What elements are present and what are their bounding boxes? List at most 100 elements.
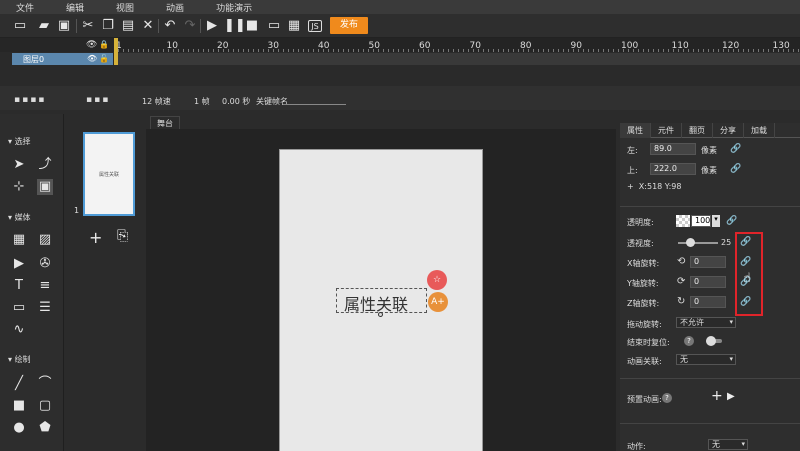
add-animation-icon[interactable]: ☆ [427,270,447,290]
tab-share[interactable]: 分享 [713,123,744,138]
paste-icon[interactable]: ▤ [120,18,136,34]
ruler-tick [778,49,779,52]
link-icon[interactable]: 🔗 [726,216,737,226]
play-preset-icon[interactable]: ▶ [727,391,735,402]
eye-icon[interactable]: 👁 [86,40,97,50]
layer-lock-icon[interactable]: 🔓 [99,54,109,63]
paragraph-icon[interactable]: ≡ [37,278,53,294]
rotation-handle[interactable] [378,312,383,317]
image-icon[interactable]: ▨ [37,232,53,248]
ruler-tick [758,49,759,52]
top-unit: 像素 [701,166,717,175]
menu-view[interactable]: 视图 [116,1,134,14]
link-icon[interactable]: 🔗 [730,144,741,154]
ruler-tick [413,49,414,52]
selected-text-element[interactable]: 属性关联 [336,288,427,314]
ruler-tick [688,49,689,52]
open-folder-icon[interactable]: ▰ [36,18,52,34]
rounded-rect-icon[interactable]: ▢ [37,398,53,414]
camera-icon[interactable]: ▣ [37,179,53,195]
layer-row[interactable]: 图层0 👁 🔓 [12,53,113,65]
frames-row[interactable] [114,53,800,65]
menu-demo[interactable]: 功能演示 [216,1,252,14]
frame-tool-icons[interactable]: ▪▪▪ [86,95,110,105]
new-file-icon[interactable]: ▭ [12,18,28,34]
slideshow-icon[interactable]: ▭ [11,300,27,316]
ruler-tick [523,49,524,52]
tools-panel: ▾ 选择 ➤ ⤴ ⊹ ▣ ▾ 媒体 ▦ ▨ ▶ ✇ T ≡ ▭ ☰ ∿ ▾ 绘制… [0,114,64,451]
line-icon[interactable]: ╱ [11,376,27,392]
anim-link-select[interactable]: 无 ▾ [676,354,736,365]
playhead[interactable] [114,38,118,65]
current-frame: 1 帧 [194,97,210,106]
list-icon[interactable]: ☰ [37,300,53,316]
menu-edit[interactable]: 编辑 [66,1,84,14]
chart-icon[interactable]: ∿ [11,322,27,338]
tab-pageturn[interactable]: 翻页 [682,123,713,138]
add-page-icon[interactable]: + [89,228,102,247]
y-rotation-input[interactable]: 0 [690,276,726,288]
tab-properties[interactable]: 属性 [620,123,651,138]
section-select[interactable]: ▾ 选择 [8,136,31,147]
keyframe-name-input[interactable] [286,104,346,105]
publish-button[interactable]: 发布 [330,17,368,34]
page-thumbnail[interactable]: 属性关联 [83,132,135,216]
tab-stage[interactable]: 舞台 [150,116,180,129]
cut-icon[interactable]: ✂ [80,18,96,34]
ruler-tick [183,49,184,52]
grid-icon[interactable]: ▦ [11,232,27,248]
import-page-icon[interactable]: ⎘ [117,228,128,244]
left-input[interactable]: 89.0 [650,143,696,155]
top-input[interactable]: 222.0 [650,163,696,175]
pointer-icon[interactable]: ➤ [11,157,27,173]
menu-animation[interactable]: 动画 [166,1,184,14]
drag-rotation-select[interactable]: 不允许 ▾ [676,317,736,328]
perspective-slider[interactable] [678,242,718,244]
layer-tool-icons[interactable]: ▪▪▪▪ [14,95,46,105]
z-rotation-input[interactable]: 0 [690,296,726,308]
section-draw[interactable]: ▾ 绘制 [8,354,31,365]
opacity-dropdown[interactable]: ▾ [712,215,720,227]
add-text-icon[interactable]: A+ [428,292,448,312]
transform-icon[interactable]: ⊹ [11,179,27,195]
x-rotation-input[interactable]: 0 [690,256,726,268]
video-icon[interactable]: ▶ [11,256,27,272]
curve-icon[interactable]: ⌒ [37,376,53,392]
perspective-slider-thumb[interactable] [686,238,695,247]
circle-icon[interactable]: ● [11,420,27,436]
tab-load[interactable]: 加载 [744,123,775,138]
ruler-tick [373,49,374,52]
add-preset-icon[interactable]: + [711,388,723,404]
redo-icon[interactable]: ↷ [182,18,198,34]
pause-icon[interactable]: ❚❚ [224,18,246,34]
section-media[interactable]: ▾ 媒体 [8,212,31,223]
ruler-tick [753,49,754,52]
film-icon[interactable]: ✇ [37,256,53,272]
help-icon[interactable]: ? [684,336,694,346]
qrcode-icon[interactable]: ▦ [286,18,302,34]
copy-icon[interactable]: ❐ [100,18,116,34]
menu-file[interactable]: 文件 [16,1,34,14]
play-icon[interactable]: ▶ [204,18,220,34]
stop-icon[interactable]: ■ [244,18,260,34]
link-icon[interactable]: 🔗 [730,164,741,174]
reset-toggle-knob[interactable] [706,336,716,346]
delete-icon[interactable]: ✕ [140,18,156,34]
timeline-ruler[interactable]: 1 10 20 30 40 50 60 70 80 90 100 110 120 130 [114,38,800,52]
layer-eye-icon[interactable]: 👁 [87,54,97,63]
tab-symbols[interactable]: 元件 [651,123,682,138]
opacity-input[interactable]: 100 [691,215,711,227]
lock-icon[interactable]: 🔒 [99,40,109,49]
subselect-icon[interactable]: ⤴ [37,157,53,173]
x-rotation-icon: ⟲ [677,256,686,267]
canvas[interactable]: 属性关联 ☆ A+ [279,149,483,451]
polygon-icon[interactable]: ⬟ [37,420,53,436]
action-select[interactable]: 无 ▾ [708,439,748,450]
help-icon[interactable]: ? [662,393,672,403]
undo-icon[interactable]: ↶ [162,18,178,34]
save-icon[interactable]: ▣ [56,18,72,34]
js-icon[interactable]: JS [308,20,322,32]
rectangle-icon[interactable]: ■ [11,398,27,414]
text-icon[interactable]: T [11,278,27,294]
preview-icon[interactable]: ▭ [266,18,282,34]
